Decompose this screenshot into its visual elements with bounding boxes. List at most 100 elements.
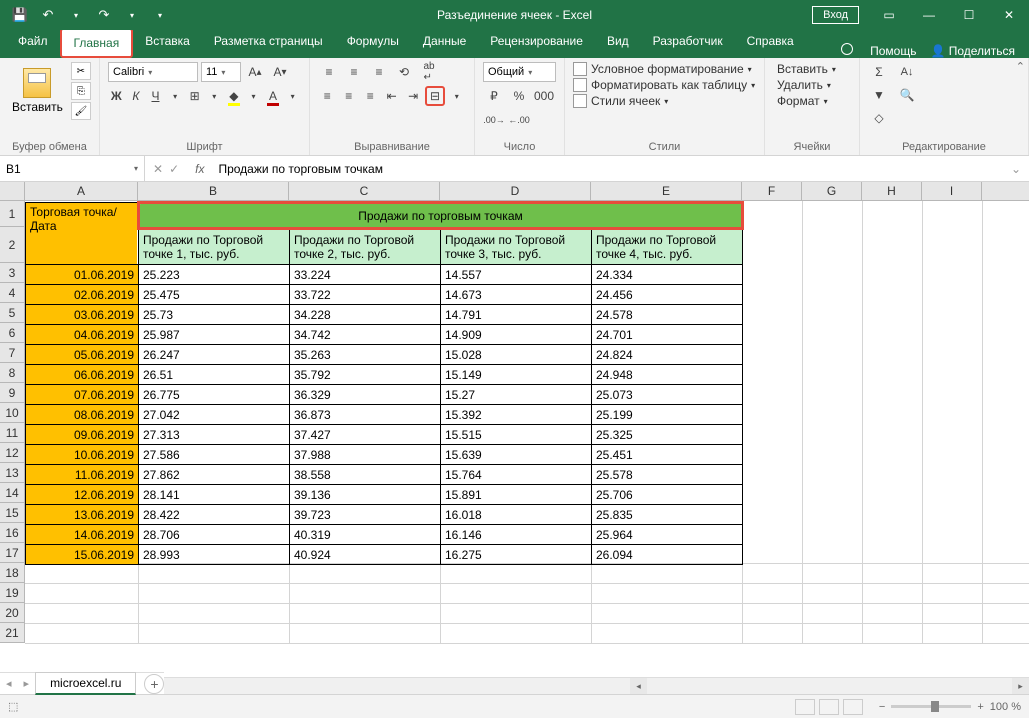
cut-icon[interactable]: ✂ — [71, 62, 91, 80]
row-header-6[interactable]: 6 — [0, 323, 25, 343]
share-link[interactable]: 👤 Поделиться — [930, 44, 1015, 58]
cell-B10[interactable]: 27.042 — [139, 405, 290, 425]
ribbon-display-icon[interactable]: ▭ — [869, 0, 909, 30]
cell-B7[interactable]: 26.247 — [139, 345, 290, 365]
increase-indent-icon[interactable]: ⇥ — [404, 86, 422, 106]
cell-A9[interactable]: 07.06.2019 — [26, 385, 139, 405]
cancel-formula-icon[interactable]: ✕ — [153, 162, 163, 176]
cell-E14[interactable]: 25.706 — [592, 485, 743, 505]
insert-cells-button[interactable]: Вставить▾ — [773, 62, 851, 76]
bold-button[interactable]: Ж — [108, 86, 125, 106]
cell-B14[interactable]: 28.141 — [139, 485, 290, 505]
align-middle-icon[interactable]: ≡ — [343, 62, 365, 82]
sort-filter-icon[interactable]: A↓ — [896, 62, 918, 82]
italic-button[interactable]: К — [128, 86, 145, 106]
increase-font-icon[interactable]: A▴ — [244, 62, 266, 82]
cell-B5[interactable]: 25.73 — [139, 305, 290, 325]
cell-A8[interactable]: 06.06.2019 — [26, 365, 139, 385]
row-header-5[interactable]: 5 — [0, 303, 25, 323]
cell-A10[interactable]: 08.06.2019 — [26, 405, 139, 425]
align-bottom-icon[interactable]: ≡ — [368, 62, 390, 82]
row-header-11[interactable]: 11 — [0, 423, 25, 443]
expand-formula-bar-icon[interactable]: ⌄ — [1003, 162, 1029, 176]
cell-B6[interactable]: 25.987 — [139, 325, 290, 345]
cell-A13[interactable]: 11.06.2019 — [26, 465, 139, 485]
format-cells-button[interactable]: Формат▾ — [773, 94, 851, 108]
cell-styles-button[interactable]: Стили ячеек▾ — [573, 94, 668, 108]
row-header-20[interactable]: 20 — [0, 603, 25, 623]
cell-D10[interactable]: 15.392 — [441, 405, 592, 425]
currency-icon[interactable]: ₽ — [483, 86, 505, 106]
cell-A7[interactable]: 05.06.2019 — [26, 345, 139, 365]
cell-A5[interactable]: 03.06.2019 — [26, 305, 139, 325]
row-header-21[interactable]: 21 — [0, 623, 25, 643]
cell-E13[interactable]: 25.578 — [592, 465, 743, 485]
row-header-14[interactable]: 14 — [0, 483, 25, 503]
cell-D5[interactable]: 14.791 — [441, 305, 592, 325]
add-sheet-button[interactable]: + — [144, 674, 164, 694]
row-header-19[interactable]: 19 — [0, 583, 25, 603]
cell-C8[interactable]: 35.792 — [290, 365, 441, 385]
zoom-in-button[interactable]: + — [977, 701, 983, 713]
cell-A4[interactable]: 02.06.2019 — [26, 285, 139, 305]
header-cell-3[interactable]: Продажи по Торговой точке 4, тыс. руб. — [592, 229, 743, 265]
format-painter-icon[interactable]: 🖌 — [71, 102, 91, 120]
cell-E3[interactable]: 24.334 — [592, 265, 743, 285]
cell-E17[interactable]: 26.094 — [592, 545, 743, 565]
tab-вид[interactable]: Вид — [595, 28, 641, 58]
name-box[interactable]: B1▾ — [0, 156, 145, 181]
collapse-ribbon-icon[interactable]: ⌃ — [1016, 60, 1025, 73]
cell-C9[interactable]: 36.329 — [290, 385, 441, 405]
cell-D17[interactable]: 16.275 — [441, 545, 592, 565]
tab-разработчик[interactable]: Разработчик — [641, 28, 735, 58]
cell-C5[interactable]: 34.228 — [290, 305, 441, 325]
cell-C15[interactable]: 39.723 — [290, 505, 441, 525]
cell-E6[interactable]: 24.701 — [592, 325, 743, 345]
cell-B17[interactable]: 28.993 — [139, 545, 290, 565]
zoom-out-button[interactable]: − — [879, 701, 885, 713]
clear-icon[interactable]: ◇ — [868, 108, 890, 128]
tell-me-icon[interactable] — [841, 43, 856, 58]
cell-B16[interactable]: 28.706 — [139, 525, 290, 545]
cell-E16[interactable]: 25.964 — [592, 525, 743, 545]
merged-title-cell[interactable]: Продажи по торговым точкам — [139, 203, 743, 229]
cell-D14[interactable]: 15.891 — [441, 485, 592, 505]
wrap-text-icon[interactable]: ab↵ — [418, 62, 440, 82]
row-header-15[interactable]: 15 — [0, 503, 25, 523]
cell-A16[interactable]: 14.06.2019 — [26, 525, 139, 545]
align-left-icon[interactable]: ≡ — [318, 86, 336, 106]
formula-input[interactable] — [212, 160, 1002, 178]
percent-icon[interactable]: % — [508, 86, 530, 106]
page-break-view-icon[interactable] — [843, 699, 863, 715]
tab-вставка[interactable]: Вставка — [133, 28, 202, 58]
cell-E10[interactable]: 25.199 — [592, 405, 743, 425]
row-header-2[interactable]: 2 — [0, 227, 25, 263]
row-header-17[interactable]: 17 — [0, 543, 25, 563]
redo-caret[interactable]: ▾ — [120, 3, 144, 27]
row-header-10[interactable]: 10 — [0, 403, 25, 423]
tab-справка[interactable]: Справка — [735, 28, 806, 58]
conditional-formatting-button[interactable]: Условное форматирование▾ — [573, 62, 752, 76]
minimize-button[interactable]: — — [909, 0, 949, 30]
cell-E11[interactable]: 25.325 — [592, 425, 743, 445]
paste-button[interactable]: Вставить — [8, 66, 67, 116]
qat-customize[interactable]: ▾ — [148, 3, 172, 27]
row-header-18[interactable]: 18 — [0, 563, 25, 583]
cell-B15[interactable]: 28.422 — [139, 505, 290, 525]
col-header-I[interactable]: I — [922, 182, 982, 200]
cell-D13[interactable]: 15.764 — [441, 465, 592, 485]
cell-C7[interactable]: 35.263 — [290, 345, 441, 365]
orient-icon[interactable]: ⟲ — [393, 62, 415, 82]
borders-icon[interactable]: ⊞ — [186, 86, 203, 106]
header-cell-0[interactable]: Продажи по Торговой точке 1, тыс. руб. — [139, 229, 290, 265]
zoom-slider[interactable] — [891, 705, 971, 708]
delete-cells-button[interactable]: Удалить▾ — [773, 78, 851, 92]
comma-icon[interactable]: 000 — [533, 86, 555, 106]
col-header-G[interactable]: G — [802, 182, 862, 200]
cell-A1[interactable]: Торговая точка/Дата — [26, 203, 139, 265]
save-icon[interactable]: 💾 — [8, 3, 32, 27]
font-size-select[interactable]: 11▾ — [201, 62, 241, 82]
cell-E12[interactable]: 25.451 — [592, 445, 743, 465]
fill-color-icon[interactable]: ◆ — [226, 86, 243, 106]
maximize-button[interactable]: ☐ — [949, 0, 989, 30]
